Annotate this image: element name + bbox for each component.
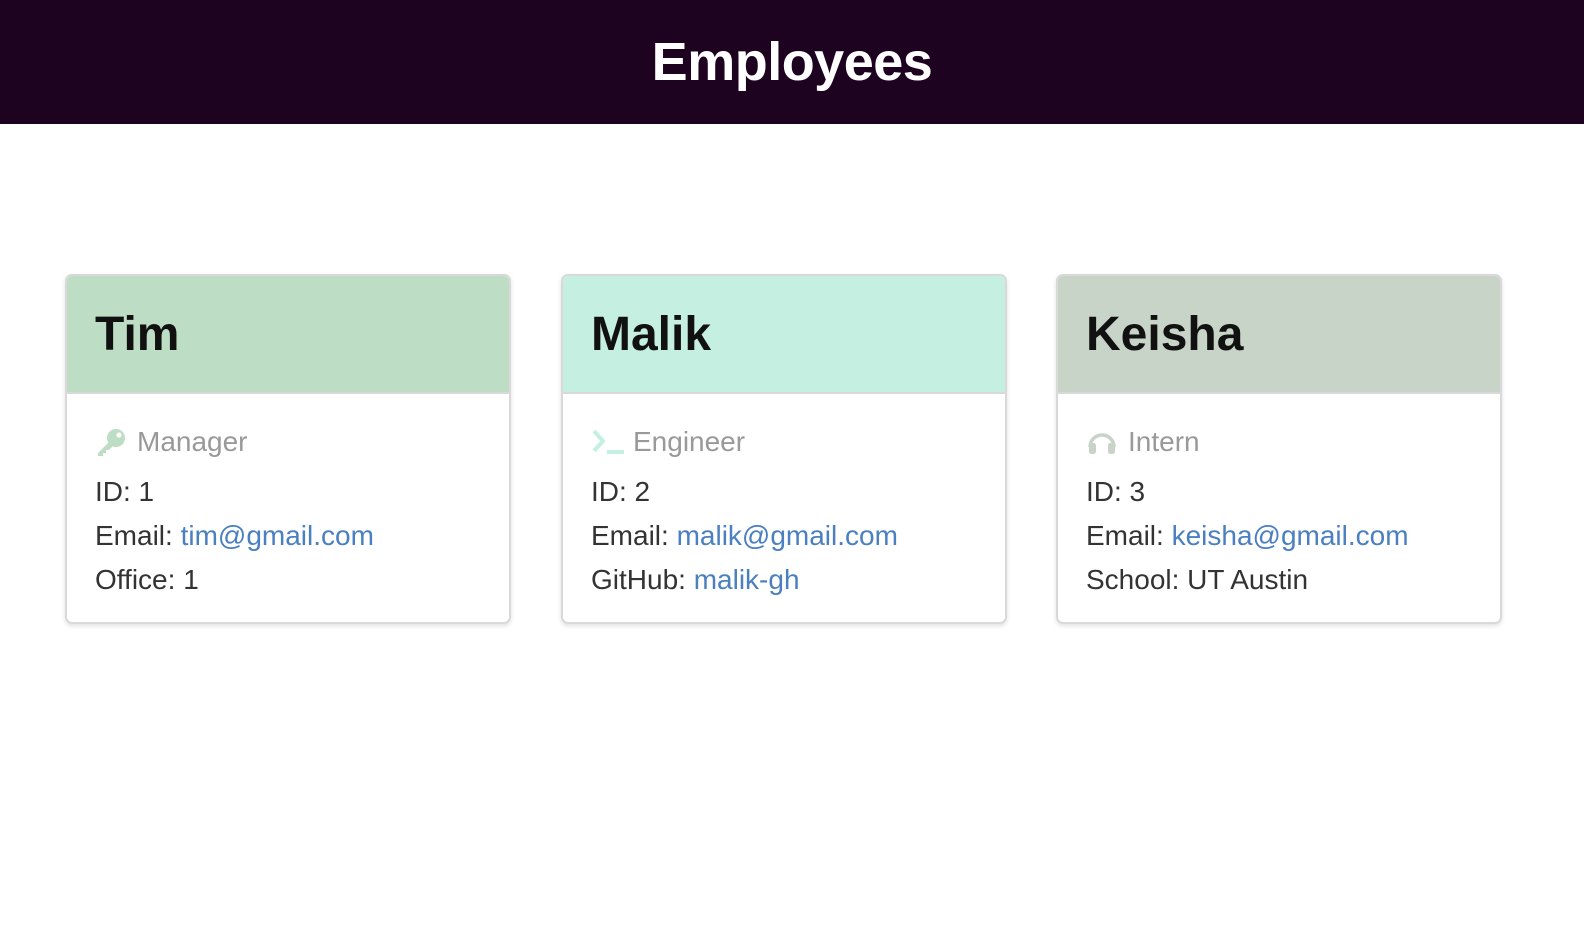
github-line: GitHub: malik-gh xyxy=(591,558,977,602)
role-label: Intern xyxy=(1128,426,1200,457)
employee-card-malik: Malik Engineer ID: 2 Email: malik@gmail.… xyxy=(561,274,1007,624)
card-header: Keisha xyxy=(1058,276,1500,394)
office-value: 1 xyxy=(183,564,199,595)
email-prefix: Email: xyxy=(591,520,677,551)
role-label: Manager xyxy=(137,426,248,457)
id-line: ID: 1 xyxy=(95,476,155,507)
card-body: Manager ID: 1 Email: tim@gmail.com Offic… xyxy=(67,394,509,602)
school-value: UT Austin xyxy=(1187,564,1309,595)
key-icon xyxy=(95,427,129,457)
terminal-icon xyxy=(591,427,625,457)
school-prefix: School: xyxy=(1086,564,1188,595)
github-prefix: GitHub: xyxy=(591,564,694,595)
employee-name: Tim xyxy=(95,307,180,361)
role-label: Engineer xyxy=(633,426,746,457)
email-link[interactable]: keisha@gmail.com xyxy=(1172,520,1409,551)
role-line: Engineer xyxy=(591,424,977,460)
office-prefix: Office: xyxy=(95,564,184,595)
headphones-icon xyxy=(1086,427,1120,457)
email-line: Email: malik@gmail.com xyxy=(591,514,977,558)
card-body: Intern ID: 3 Email: keisha@gmail.com Sch… xyxy=(1058,394,1500,602)
page-header: Employees xyxy=(0,0,1584,124)
employee-name: Keisha xyxy=(1086,307,1244,361)
email-prefix: Email: xyxy=(1086,520,1172,551)
school-line: School: UT Austin xyxy=(1086,558,1472,602)
email-prefix: Email: xyxy=(95,520,181,551)
page-title: Employees xyxy=(651,32,933,92)
card-body: Engineer ID: 2 Email: malik@gmail.com Gi… xyxy=(563,394,1005,602)
email-link[interactable]: tim@gmail.com xyxy=(181,520,374,551)
card-header: Tim xyxy=(67,276,509,394)
employee-name: Malik xyxy=(591,307,712,361)
role-line: Intern xyxy=(1086,424,1472,460)
id-line: ID: 2 xyxy=(591,476,651,507)
role-line: Manager xyxy=(95,424,481,460)
id-line: ID: 3 xyxy=(1086,476,1146,507)
card-header: Malik xyxy=(563,276,1005,394)
employee-card-tim: Tim Manager ID: 1 Email: tim@gmail.com O… xyxy=(65,274,511,624)
email-link[interactable]: malik@gmail.com xyxy=(677,520,898,551)
employee-card-keisha: Keisha Intern ID: 3 Email: keisha@gmail.… xyxy=(1056,274,1502,624)
email-line: Email: keisha@gmail.com xyxy=(1086,514,1472,558)
email-line: Email: tim@gmail.com xyxy=(95,514,481,558)
office-line: Office: 1 xyxy=(95,558,481,602)
github-link[interactable]: malik-gh xyxy=(694,564,800,595)
